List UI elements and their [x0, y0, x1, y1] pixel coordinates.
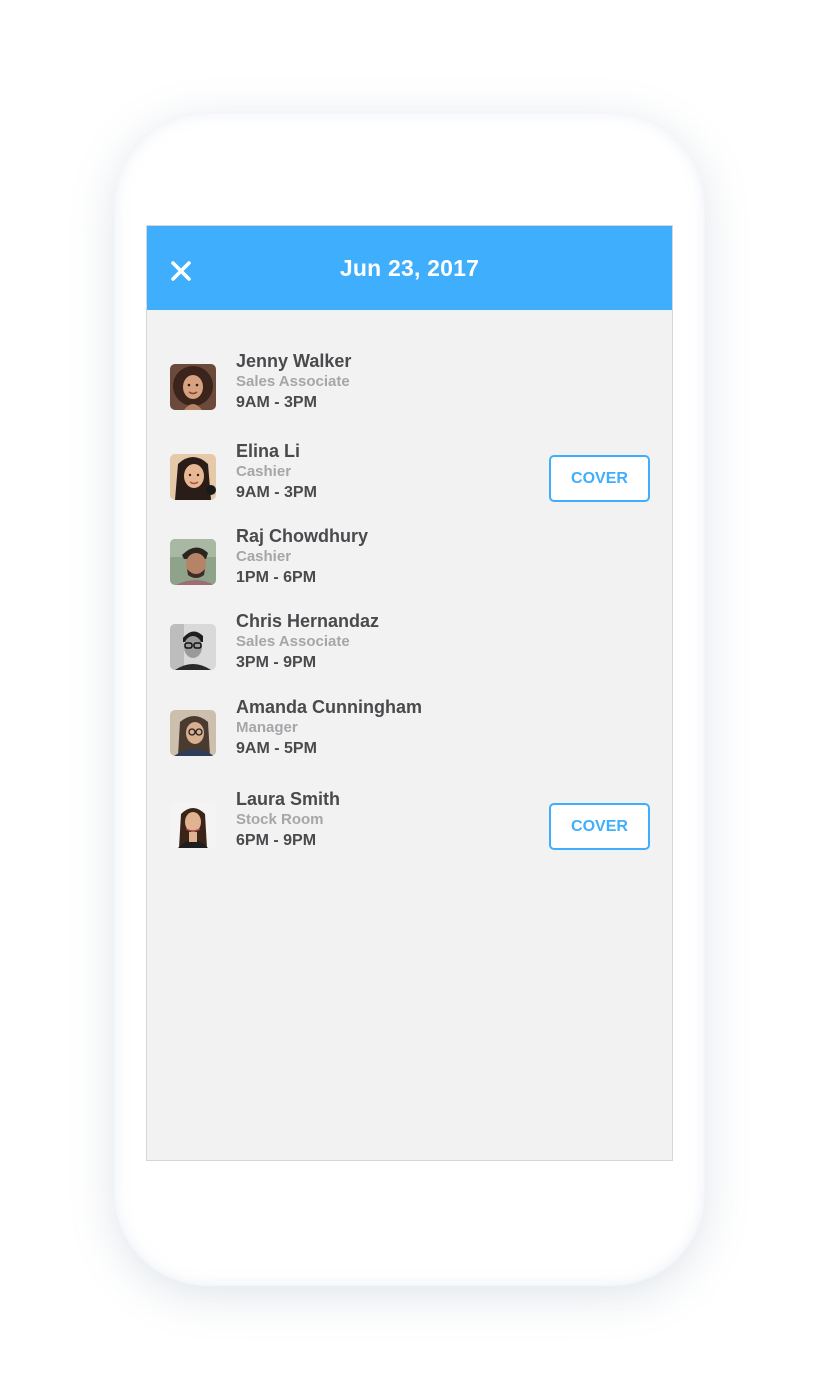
- employee-role: Manager: [236, 719, 298, 736]
- employee-role: Sales Associate: [236, 373, 350, 390]
- avatar: [170, 624, 216, 670]
- employee-role: Cashier: [236, 463, 292, 480]
- app-screen: Jun 23, 2017 Jenny Walker Sales Associat…: [146, 225, 673, 1161]
- employee-info: Raj Chowdhury Cashier 1PM - 6PM: [236, 525, 368, 589]
- shift-time: 6PM - 9PM: [236, 832, 317, 849]
- employee-info: Jenny Walker Sales Associate 9AM - 3PM: [236, 350, 351, 414]
- employee-role: Cashier: [236, 548, 292, 565]
- shift-time: 1PM - 6PM: [236, 569, 317, 586]
- employee-info: Elina Li Cashier 9AM - 3PM: [236, 440, 317, 504]
- employee-role: Stock Room: [236, 811, 324, 828]
- list-item[interactable]: Chris Hernandaz Sales Associate 3PM - 9P…: [147, 610, 672, 686]
- employee-name: Amanda Cunningham: [236, 697, 423, 717]
- page-title: Jun 23, 2017: [339, 255, 480, 281]
- employee-info: Chris Hernandaz Sales Associate 3PM - 9P…: [236, 610, 379, 674]
- employee-name: Laura Smith: [236, 789, 341, 809]
- employee-name: Elina Li: [236, 441, 301, 461]
- cover-button[interactable]: COVER: [549, 803, 650, 850]
- list-item[interactable]: Amanda Cunningham Manager 9AM - 5PM: [147, 696, 672, 772]
- avatar: [170, 454, 216, 500]
- employee-name: Raj Chowdhury: [236, 526, 369, 546]
- header-bar: Jun 23, 2017: [147, 226, 672, 310]
- avatar: [170, 364, 216, 410]
- list-item[interactable]: Jenny Walker Sales Associate 9AM - 3PM: [147, 350, 672, 426]
- shift-time: 9AM - 3PM: [236, 394, 317, 411]
- cover-button[interactable]: COVER: [549, 455, 650, 502]
- employee-role: Sales Associate: [236, 633, 350, 650]
- avatar: [170, 802, 216, 848]
- list-item[interactable]: Elina Li Cashier 9AM - 3PM COVER: [147, 440, 672, 516]
- shift-time: 9AM - 3PM: [236, 484, 317, 501]
- avatar: [170, 539, 216, 585]
- employee-name: Chris Hernandaz: [236, 611, 380, 631]
- list-item[interactable]: Laura Smith Stock Room 6PM - 9PM COVER: [147, 788, 672, 864]
- shift-time: 9AM - 5PM: [236, 740, 317, 757]
- employee-name: Jenny Walker: [236, 351, 352, 371]
- list-item[interactable]: Raj Chowdhury Cashier 1PM - 6PM: [147, 525, 672, 601]
- employee-info: Amanda Cunningham Manager 9AM - 5PM: [236, 696, 422, 760]
- employee-info: Laura Smith Stock Room 6PM - 9PM: [236, 788, 340, 852]
- avatar: [170, 710, 216, 756]
- shift-time: 3PM - 9PM: [236, 654, 317, 671]
